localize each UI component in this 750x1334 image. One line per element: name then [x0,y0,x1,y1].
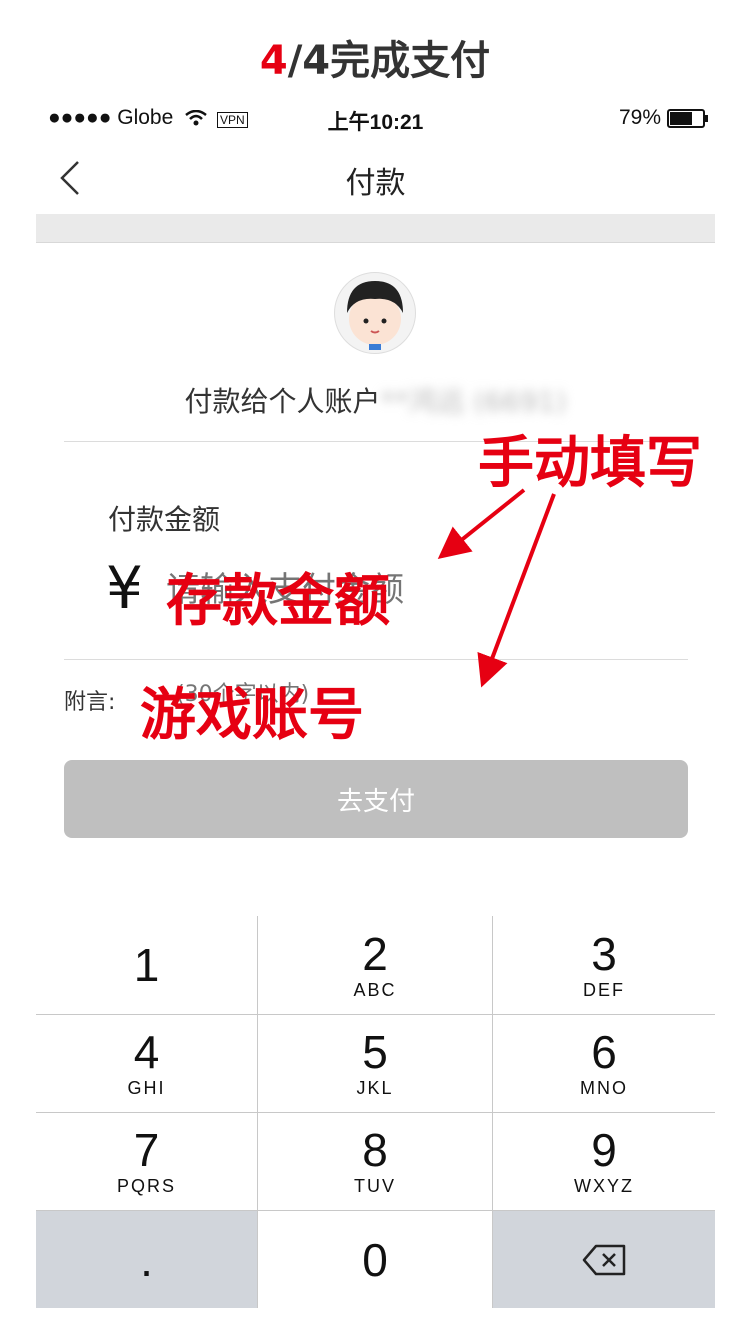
key-1[interactable]: 1 [36,916,258,1014]
key-5[interactable]: 5 JKL [258,1014,493,1112]
annotation-fill-manually: 手动填写 [478,431,702,496]
key-0[interactable]: 0 [258,1210,493,1308]
avatar-face-icon [347,281,403,350]
numeric-keypad: 1 2 ABC 3 DEF 4 GHI 5 JKL 6 MNO 7 PQRS 8 TUV 9 WXYZ. 0 [36,916,715,1310]
step-number: 4 [259,38,288,84]
annotation-deposit-amount: 存款金额 [166,569,390,634]
battery-icon [667,108,708,128]
step-caption-text: /4完成支付 [287,38,491,84]
payee-label-text: 付款给个人账户 [184,385,381,418]
key-letters: MNO [580,1078,628,1098]
note-label: 附言: [64,690,116,715]
key-digit: 6 [591,1026,617,1078]
key-7[interactable]: 7 PQRS [36,1112,258,1210]
key-letters: ABC [353,979,397,1000]
arrow-to-note [477,493,556,688]
key-digit: 7 [133,1124,160,1176]
key-digit: 2 [362,927,388,980]
step-caption: 4/4完成支付 [0,28,750,86]
key-3[interactable]: 3 DEF [493,916,715,1014]
key-digit: 3 [591,927,617,980]
payee-label: 付款给个人账户**鸿远 (6691) [36,380,715,420]
key-6[interactable]: 6 MNO [493,1014,715,1112]
avatar [334,272,416,354]
key-8[interactable]: 8 TUV [258,1112,493,1210]
status-time: 上午10:21 [327,111,424,134]
page-title: 付款 [345,166,406,201]
key-digit: 4 [133,1026,160,1078]
key-dot[interactable]: . [36,1210,258,1308]
amount-title: 付款金额 [108,503,221,536]
key-digit: 8 [362,1124,388,1176]
key-digit: 1 [133,939,160,991]
key-9[interactable]: 9 WXYZ [493,1112,715,1210]
key-2[interactable]: 2 ABC [258,916,493,1014]
annotation-game-account: 游戏账号 [140,683,364,748]
key-letters: TUV [354,1176,396,1196]
battery-percent: 79% [618,106,661,129]
arrow-to-amount [437,488,526,559]
backspace-icon [582,1244,626,1275]
status-battery: 79% [618,106,708,130]
key-digit: . [140,1233,153,1286]
key-letters: WXYZ [574,1176,634,1196]
key-backspace[interactable] [493,1210,715,1308]
key-digit: 5 [362,1026,388,1078]
key-4[interactable]: 4 GHI [36,1014,258,1112]
payee-masked-name: **鸿远 (6691) [380,385,567,418]
key-letters: PQRS [116,1176,176,1196]
key-digit: 0 [362,1233,388,1286]
key-digit: 9 [591,1124,617,1176]
key-letters: DEF [583,979,625,1000]
divider [64,659,688,660]
pay-button[interactable]: 去支付 [64,760,688,838]
key-letters: GHI [127,1078,166,1098]
key-letters: JKL [356,1078,394,1098]
section-separator [36,214,715,243]
phone-screen: ●●●●● Globe VPN 上午10:21 79% 付款 付款给个人账户**… [36,92,715,1310]
currency-symbol: ¥ [106,554,143,622]
